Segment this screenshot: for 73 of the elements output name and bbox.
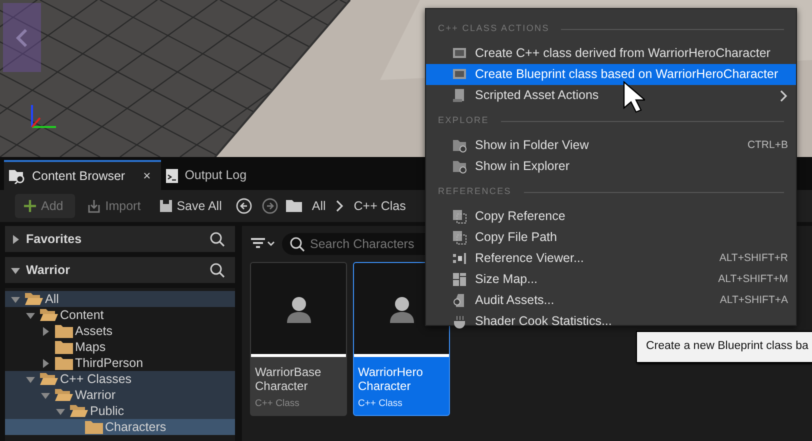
tree-item[interactable]: Content: [5, 307, 235, 323]
cup-icon: [453, 314, 467, 328]
plus-icon: [23, 199, 37, 213]
copy-icon: [453, 230, 467, 244]
console-icon: [164, 167, 179, 183]
breadcrumb-link[interactable]: All: [308, 194, 330, 218]
size-map-icon: [453, 272, 467, 286]
asset-type: C++ Class: [254, 396, 300, 411]
shortcut-label: ALT+SHIFT+R: [719, 250, 788, 266]
open-folder-icon: [55, 388, 73, 402]
folder-search-icon: [453, 160, 467, 174]
tooltip: Create a new Blueprint class ba: [636, 331, 812, 363]
person-silhouette-icon: [284, 294, 312, 322]
folder-search-icon: [453, 138, 467, 152]
menu-item[interactable]: Copy Reference: [426, 206, 796, 227]
tree-item[interactable]: Characters: [5, 419, 235, 435]
tree-item[interactable]: Assets: [5, 323, 235, 339]
collapse-button[interactable]: [3, 3, 41, 72]
search-icon: [210, 262, 225, 278]
shortcut-label: ALT+SHIFT+M: [718, 272, 788, 287]
open-folder-icon: [70, 404, 88, 418]
tree-item[interactable]: C++ Classes: [5, 371, 235, 387]
menu-item[interactable]: Show in Folder View CTRL+B: [426, 135, 796, 156]
search-icon: [210, 232, 225, 246]
menu-section-header: C++ CLASS ACTIONS: [438, 22, 550, 36]
filter-icon: [250, 238, 276, 250]
menu-section-header: EXPLORE: [438, 114, 489, 128]
menu-item[interactable]: Create C++ class derived from WarriorHeroCharacter: [426, 43, 796, 64]
section-header[interactable]: Favorites: [5, 226, 235, 252]
tree-item[interactable]: Maps: [5, 339, 235, 355]
panel-tab[interactable]: Content Browser ×: [4, 160, 161, 190]
panel-tab[interactable]: Output Log: [160, 160, 257, 190]
folder-icon: [286, 199, 302, 213]
tree-item[interactable]: Public: [5, 403, 235, 419]
graph-icon: [453, 252, 467, 266]
collapsed-arrow-icon: [41, 326, 50, 336]
open-folder-icon: [40, 308, 58, 322]
asset-type: C++ Class: [357, 396, 404, 411]
menu-section-header: REFERENCES: [438, 185, 512, 198]
folder-search-icon: [8, 168, 26, 184]
tree-item[interactable]: Warrior: [5, 387, 235, 403]
asset-name: WarriorHero Character: [357, 364, 424, 395]
chevron-right-icon: [336, 200, 344, 212]
script-icon: [453, 88, 467, 102]
close-button[interactable]: ×: [143, 166, 151, 186]
tree-item[interactable]: ThirdPerson: [5, 355, 235, 371]
open-folder-icon: [40, 372, 58, 386]
folder-icon: [55, 340, 73, 354]
tree-item[interactable]: All: [5, 291, 235, 307]
menu-item[interactable]: Scripted Asset Actions: [426, 85, 796, 106]
asset-name: WarriorBase Character: [254, 364, 322, 395]
breadcrumb-link[interactable]: C++ Clas: [350, 194, 410, 218]
audit-icon: [453, 294, 467, 308]
asset-tile[interactable]: WarriorBase Character C++ Class: [250, 262, 347, 416]
toolbar-button[interactable]: Save All: [152, 194, 228, 218]
open-folder-icon: [25, 292, 43, 306]
folder-icon: [55, 324, 73, 338]
section-header[interactable]: Warrior: [5, 257, 235, 283]
person-silhouette-icon: [388, 294, 416, 322]
menu-item[interactable]: Show in Explorer: [426, 156, 796, 177]
shortcut-label: CTRL+B: [747, 138, 788, 153]
class-icon: [453, 68, 467, 82]
shortcut-label: ALT+SHIFT+A: [720, 292, 788, 308]
collapsed-arrow-icon: [41, 358, 50, 368]
copy-icon: [453, 210, 467, 224]
class-icon: [453, 46, 467, 60]
chevron-left-icon: [16, 28, 28, 48]
menu-item[interactable]: Create Blueprint class based on WarriorHeroCharacter: [426, 64, 796, 85]
import-icon: [87, 199, 102, 213]
mouse-cursor-icon: [623, 81, 645, 113]
expanded-arrow-icon: [11, 266, 20, 274]
collapsed-arrow-icon: [11, 234, 20, 244]
save-icon: [158, 199, 173, 213]
